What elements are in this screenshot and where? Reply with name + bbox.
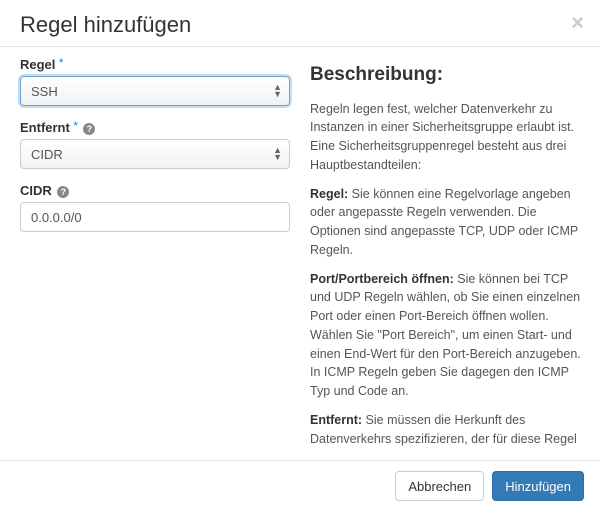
description-rule-text: Sie können eine Regelvorlage angeben ode… xyxy=(310,187,578,257)
remote-label: Entfernt * ? xyxy=(20,120,290,135)
description-remote: Entfernt: Sie müssen die Herkunft des Da… xyxy=(310,411,584,450)
description-port-label: Port/Portbereich öffnen: xyxy=(310,272,454,286)
form-column: Regel * SSH ▲▼ Entfernt * ? CIDR ▲▼ xyxy=(20,57,290,450)
modal-title: Regel hinzufügen xyxy=(20,12,191,38)
modal-header: Regel hinzufügen × xyxy=(0,0,600,47)
description-port: Port/Portbereich öffnen: Sie können bei … xyxy=(310,270,584,401)
description-port-text: Sie können bei TCP und UDP Regeln wählen… xyxy=(310,272,581,399)
help-icon[interactable]: ? xyxy=(83,123,95,135)
remote-label-text: Entfernt xyxy=(20,120,70,135)
close-button[interactable]: × xyxy=(571,12,584,34)
required-star-icon: * xyxy=(59,57,63,69)
modal-body: Regel * SSH ▲▼ Entfernt * ? CIDR ▲▼ xyxy=(0,47,600,460)
description-column: Beschreibung: Regeln legen fest, welcher… xyxy=(310,57,584,450)
cidr-input[interactable] xyxy=(20,202,290,232)
cancel-button[interactable]: Abbrechen xyxy=(395,471,484,501)
remote-select[interactable]: CIDR ▲▼ xyxy=(20,139,290,169)
submit-button[interactable]: Hinzufügen xyxy=(492,471,584,501)
modal-footer: Abbrechen Hinzufügen xyxy=(0,460,600,511)
description-rule: Regel: Sie können eine Regelvorlage ange… xyxy=(310,185,584,260)
close-icon: × xyxy=(571,10,584,35)
cidr-field-group: CIDR ? xyxy=(20,183,290,232)
rule-select[interactable]: SSH ▲▼ xyxy=(20,76,290,106)
rule-field-group: Regel * SSH ▲▼ xyxy=(20,57,290,106)
description-remote-label: Entfernt: xyxy=(310,413,362,427)
required-star-icon: * xyxy=(73,120,77,132)
rule-label-text: Regel xyxy=(20,57,55,72)
help-icon[interactable]: ? xyxy=(57,186,69,198)
rule-label: Regel * xyxy=(20,57,290,72)
remote-field-group: Entfernt * ? CIDR ▲▼ xyxy=(20,120,290,169)
description-rule-label: Regel: xyxy=(310,187,348,201)
description-intro: Regeln legen fest, welcher Datenverkehr … xyxy=(310,100,584,175)
remote-select-value: CIDR xyxy=(20,139,290,169)
description-heading: Beschreibung: xyxy=(310,61,584,90)
cidr-label-text: CIDR xyxy=(20,183,52,198)
cidr-label: CIDR ? xyxy=(20,183,290,198)
add-rule-modal: Regel hinzufügen × Regel * SSH ▲▼ Entfer… xyxy=(0,0,600,511)
rule-select-value: SSH xyxy=(20,76,290,106)
